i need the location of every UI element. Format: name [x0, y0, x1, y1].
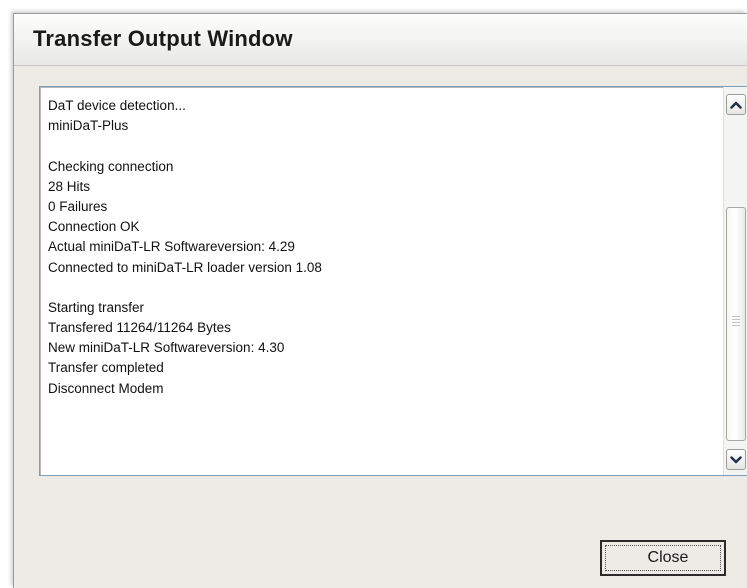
scrollbar-thumb[interactable]: [726, 207, 746, 441]
scroll-up-button[interactable]: [726, 94, 746, 115]
scroll-down-button[interactable]: [726, 449, 746, 470]
output-log-box[interactable]: DaT device detection... miniDaT-Plus Che…: [39, 86, 747, 476]
log-line: Transfered 11264/11264 Bytes: [48, 320, 231, 336]
log-line: 28 Hits: [48, 178, 91, 194]
log-line: Connection OK: [48, 219, 140, 235]
log-line: Actual miniDaT-LR Softwareversion: 4.29: [48, 239, 295, 255]
close-button-label: Close: [605, 545, 721, 571]
transfer-output-window: Transfer Output Window DaT device detect…: [13, 13, 747, 588]
log-line: Starting transfer: [48, 299, 145, 315]
log-line: [48, 136, 322, 156]
grip-icon: [732, 316, 740, 326]
window-title: Transfer Output Window: [33, 26, 293, 51]
log-line: New miniDaT-LR Softwareversion: 4.30: [48, 340, 285, 356]
log-line: Transfer completed: [48, 360, 164, 376]
log-line: Checking connection: [48, 158, 174, 174]
log-line: 0 Failures: [48, 198, 108, 214]
log-line: Connected to miniDaT-LR loader version 1…: [48, 259, 322, 275]
log-line: Disconnect Modem: [48, 380, 164, 396]
log-line: miniDaT-Plus: [48, 118, 129, 134]
title-bar: Transfer Output Window: [14, 14, 747, 66]
log-line: [48, 278, 322, 298]
log-line: DaT device detection...: [48, 98, 186, 113]
chevron-up-icon: [730, 101, 742, 109]
chevron-down-icon: [730, 455, 742, 463]
close-button[interactable]: Close: [600, 540, 726, 576]
vertical-scrollbar[interactable]: [723, 87, 747, 475]
output-log: DaT device detection... miniDaT-Plus Che…: [48, 96, 322, 399]
